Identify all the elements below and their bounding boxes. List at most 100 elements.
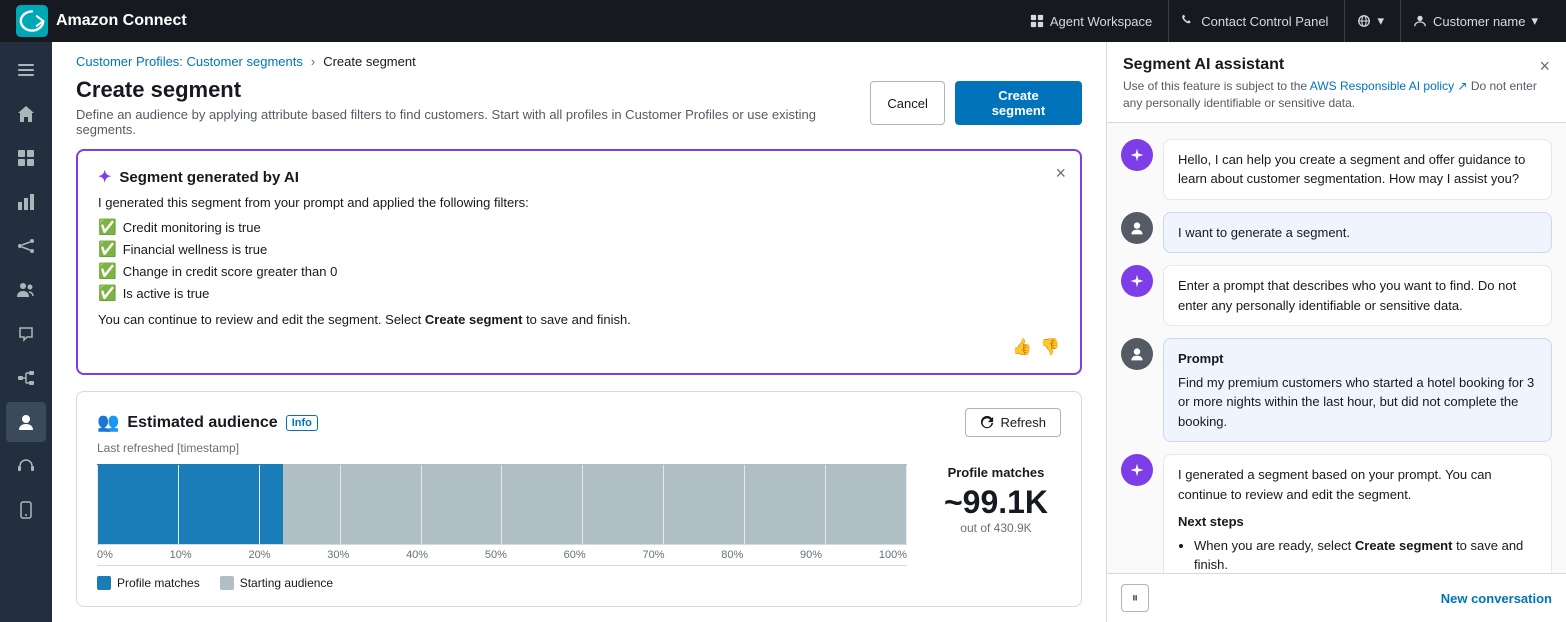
ai-avatar-2	[1121, 265, 1153, 297]
panel-header-text: Segment AI assistant Use of this feature…	[1123, 56, 1539, 112]
customer-name-btn[interactable]: Customer name ▾	[1400, 0, 1550, 42]
sidebar-item-analytics[interactable]	[6, 182, 46, 222]
user-prompt-label: Prompt	[1178, 349, 1537, 369]
headset-icon	[16, 456, 36, 476]
cancel-button[interactable]: Cancel	[870, 81, 944, 125]
sidebar-item-voice[interactable]	[6, 446, 46, 486]
legend-color-blue	[97, 576, 111, 590]
language-btn[interactable]: ▾	[1344, 0, 1396, 42]
profile-matches-bar	[97, 464, 283, 544]
sidebar-item-menu[interactable]	[6, 50, 46, 90]
estimated-audience-box: 👥 Estimated audience Info Refresh Last r…	[76, 391, 1082, 607]
pause-icon: ⏸	[1132, 590, 1139, 606]
ai-assistant-panel: Segment AI assistant Use of this feature…	[1106, 42, 1566, 622]
user-msg-icon-2	[1129, 346, 1145, 362]
app-logo: Amazon Connect	[16, 5, 187, 37]
sidebar-item-dashboard[interactable]	[6, 138, 46, 178]
responsible-ai-link[interactable]: AWS Responsible AI policy ↗	[1310, 79, 1468, 93]
refresh-icon	[980, 416, 994, 430]
legend-starting-audience: Starting audience	[220, 576, 333, 590]
x-label: 60%	[564, 549, 586, 561]
ai-filters-list: ✅ Credit monitoring is true ✅ Financial …	[98, 218, 1060, 302]
refresh-button[interactable]: Refresh	[965, 408, 1061, 437]
ai-feedback-area: 👍 👎	[98, 337, 1060, 357]
x-label: 10%	[170, 549, 192, 561]
user-icon	[1413, 14, 1427, 28]
panel-close-button[interactable]: ×	[1539, 56, 1550, 77]
x-label: 70%	[642, 549, 664, 561]
customer-name-label: Customer name	[1433, 14, 1525, 29]
agent-workspace-btn[interactable]: Agent Workspace	[1018, 0, 1164, 42]
panel-title: Segment AI assistant	[1123, 56, 1539, 74]
sidebar-item-phone[interactable]	[6, 490, 46, 530]
ai-message-text-3: I generated a segment based on your prom…	[1178, 467, 1492, 502]
sidebar-item-routing[interactable]	[6, 226, 46, 266]
bar-chart-container: 0% 10% 20% 30% 40% 50% 60% 70% 80% 90% 1…	[97, 465, 907, 590]
filter-item: ✅ Financial wellness is true	[98, 240, 1060, 258]
sidebar-item-users[interactable]	[6, 270, 46, 310]
x-label: 0%	[97, 549, 113, 561]
x-label: 30%	[327, 549, 349, 561]
ai-note-action: Create segment	[425, 312, 523, 327]
hamburger-icon	[16, 60, 36, 80]
user-chevron-icon: ▾	[1531, 13, 1538, 29]
ai-sparkle-msg-icon-2	[1129, 273, 1145, 289]
app-name: Amazon Connect	[56, 12, 187, 30]
main-content: Customer Profiles: Customer segments › C…	[52, 42, 1106, 622]
sidebar-item-profiles[interactable]	[6, 402, 46, 442]
phone-dialer-icon	[16, 500, 36, 520]
thumbs-up-button[interactable]: 👍	[1012, 337, 1032, 357]
x-label: 40%	[406, 549, 428, 561]
chart-icon	[16, 192, 36, 212]
contact-control-btn[interactable]: Contact Control Panel	[1168, 0, 1340, 42]
next-steps-title: Next steps	[1178, 512, 1537, 532]
chat-message-2: I want to generate a segment.	[1121, 212, 1552, 254]
pause-button[interactable]: ⏸	[1121, 584, 1149, 612]
chart-area: 0% 10% 20% 30% 40% 50% 60% 70% 80% 90% 1…	[97, 465, 1061, 590]
audience-title-area: 👥 Estimated audience Info	[97, 412, 318, 433]
info-badge[interactable]: Info	[286, 415, 318, 431]
chat-bottom-bar: ⏸ New conversation	[1107, 573, 1566, 622]
user-avatar-1	[1121, 212, 1153, 244]
x-label: 90%	[800, 549, 822, 561]
next-step-item-1: When you are ready, select Create segmen…	[1194, 536, 1537, 573]
ai-message-bubble-3: I generated a segment based on your prom…	[1163, 454, 1552, 573]
panel-subtitle: Use of this feature is subject to the AW…	[1123, 78, 1539, 112]
legend-label: Profile matches	[117, 576, 200, 590]
panel-header: Segment AI assistant Use of this feature…	[1107, 42, 1566, 123]
check-icon: ✅	[98, 218, 117, 236]
ai-note: You can continue to review and edit the …	[98, 312, 1060, 327]
amazon-connect-logo-icon	[16, 5, 48, 37]
ai-sparkle-msg-icon	[1129, 147, 1145, 163]
ai-message-bubble-1: Hello, I can help you create a segment a…	[1163, 139, 1552, 200]
sidebar-item-home[interactable]	[6, 94, 46, 134]
chat-message-4: Prompt Find my premium customers who sta…	[1121, 338, 1552, 442]
ai-avatar-3	[1121, 454, 1153, 486]
create-segment-button[interactable]: Create segment	[955, 81, 1082, 125]
x-label: 100%	[879, 549, 907, 561]
chart-x-axis: 0% 10% 20% 30% 40% 50% 60% 70% 80% 90% 1…	[97, 545, 907, 566]
phone-icon	[1181, 14, 1195, 28]
agent-workspace-icon	[1030, 14, 1044, 28]
ai-box-close-button[interactable]: ×	[1055, 163, 1066, 184]
sidebar-item-flows[interactable]	[6, 358, 46, 398]
flows-icon	[16, 368, 36, 388]
breadcrumb-parent-link[interactable]: Customer Profiles: Customer segments	[76, 54, 303, 69]
sidebar-item-channels[interactable]	[6, 314, 46, 354]
chevron-down-icon: ▾	[1377, 13, 1384, 29]
new-conversation-button[interactable]: New conversation	[1441, 591, 1552, 606]
users-icon	[16, 280, 36, 300]
main-layout: Customer Profiles: Customer segments › C…	[0, 42, 1566, 622]
thumbs-down-button[interactable]: 👎	[1040, 337, 1060, 357]
bar-chart-wrapper	[97, 465, 907, 545]
ai-intro-text: I generated this segment from your promp…	[98, 195, 1060, 210]
legend-label: Starting audience	[240, 576, 333, 590]
starting-audience-bar	[283, 464, 907, 544]
x-label: 20%	[248, 549, 270, 561]
page-title-area: Create segment Define an audience by app…	[76, 77, 870, 137]
ai-segment-title-text: Segment generated by AI	[119, 169, 299, 186]
user-message-text-1: I want to generate a segment.	[1178, 225, 1350, 240]
routing-icon	[16, 236, 36, 256]
check-icon: ✅	[98, 284, 117, 302]
legend-profile-matches: Profile matches	[97, 576, 200, 590]
